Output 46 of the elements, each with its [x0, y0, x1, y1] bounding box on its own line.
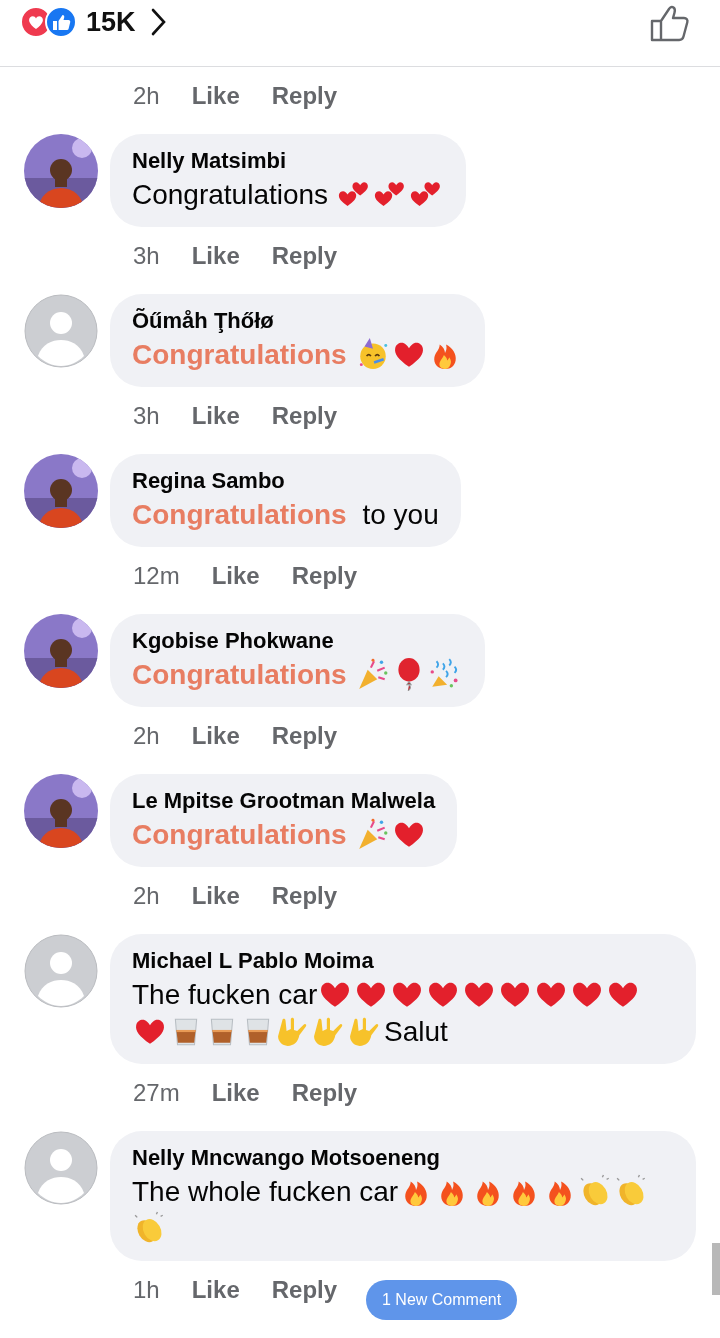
like-link[interactable]: Like	[211, 562, 260, 590]
commenter-name[interactable]: Õűmåh Ţhőłø	[132, 306, 463, 336]
comment-time: 12m	[133, 562, 180, 590]
comment-text: The whole fucken car	[132, 1176, 399, 1207]
highlighted-text: Congratulations	[132, 659, 347, 690]
like-link[interactable]: Like	[211, 1079, 260, 1107]
like-link[interactable]: Like	[191, 722, 240, 750]
comment-time: 2h	[133, 882, 160, 910]
comment-text: to you	[361, 499, 439, 530]
like-link[interactable]: Like	[191, 882, 240, 910]
reply-link[interactable]: Reply	[271, 722, 338, 750]
commenter-name[interactable]: Michael L Pablo Moima	[132, 946, 674, 976]
highlighted-text: Congratulations	[132, 819, 347, 850]
comment-text: Salut	[384, 1016, 448, 1047]
like-link[interactable]: Like	[191, 82, 240, 110]
new-comment-button[interactable]: 1 New Comment	[366, 1280, 518, 1320]
like-reaction-icon	[45, 6, 77, 38]
commenter-name[interactable]: Regina Sambo	[132, 466, 439, 496]
comment-text: Congratulations	[132, 179, 330, 210]
scrollbar[interactable]	[712, 1243, 720, 1295]
like-link[interactable]: Like	[191, 242, 240, 270]
like-link[interactable]: Like	[191, 1276, 240, 1304]
reply-link[interactable]: Reply	[271, 82, 338, 110]
commenter-name[interactable]: Nelly Matsimbi	[132, 146, 444, 176]
reply-link[interactable]: Reply	[271, 882, 338, 910]
like-icon[interactable]	[650, 4, 690, 42]
like-link[interactable]: Like	[191, 402, 240, 430]
highlighted-text: Congratulations	[132, 499, 347, 530]
reaction-count[interactable]: 15K	[86, 6, 136, 38]
highlighted-text: Congratulations	[132, 339, 347, 370]
reply-link[interactable]: Reply	[271, 1276, 338, 1304]
comment-time: 2h	[133, 722, 160, 750]
reply-link[interactable]: Reply	[291, 1079, 358, 1107]
chevron-icon[interactable]	[149, 8, 166, 36]
comment-time: 3h	[133, 402, 160, 430]
reply-link[interactable]: Reply	[271, 402, 338, 430]
commenter-name[interactable]: Kgobise Phokwane	[132, 626, 463, 656]
comment-text: The fucken car	[132, 979, 318, 1010]
comment-time: 1h	[133, 1276, 160, 1304]
reply-link[interactable]: Reply	[271, 242, 338, 270]
comment-time: 2h	[133, 82, 160, 110]
commenter-name[interactable]: Le Mpitse Grootman Malwela	[132, 786, 436, 816]
comment-time: 3h	[133, 242, 160, 270]
commenter-name[interactable]: Nelly Mncwango Motsoeneng	[132, 1143, 674, 1173]
comment-time: 27m	[133, 1079, 180, 1107]
reply-link[interactable]: Reply	[291, 562, 358, 590]
